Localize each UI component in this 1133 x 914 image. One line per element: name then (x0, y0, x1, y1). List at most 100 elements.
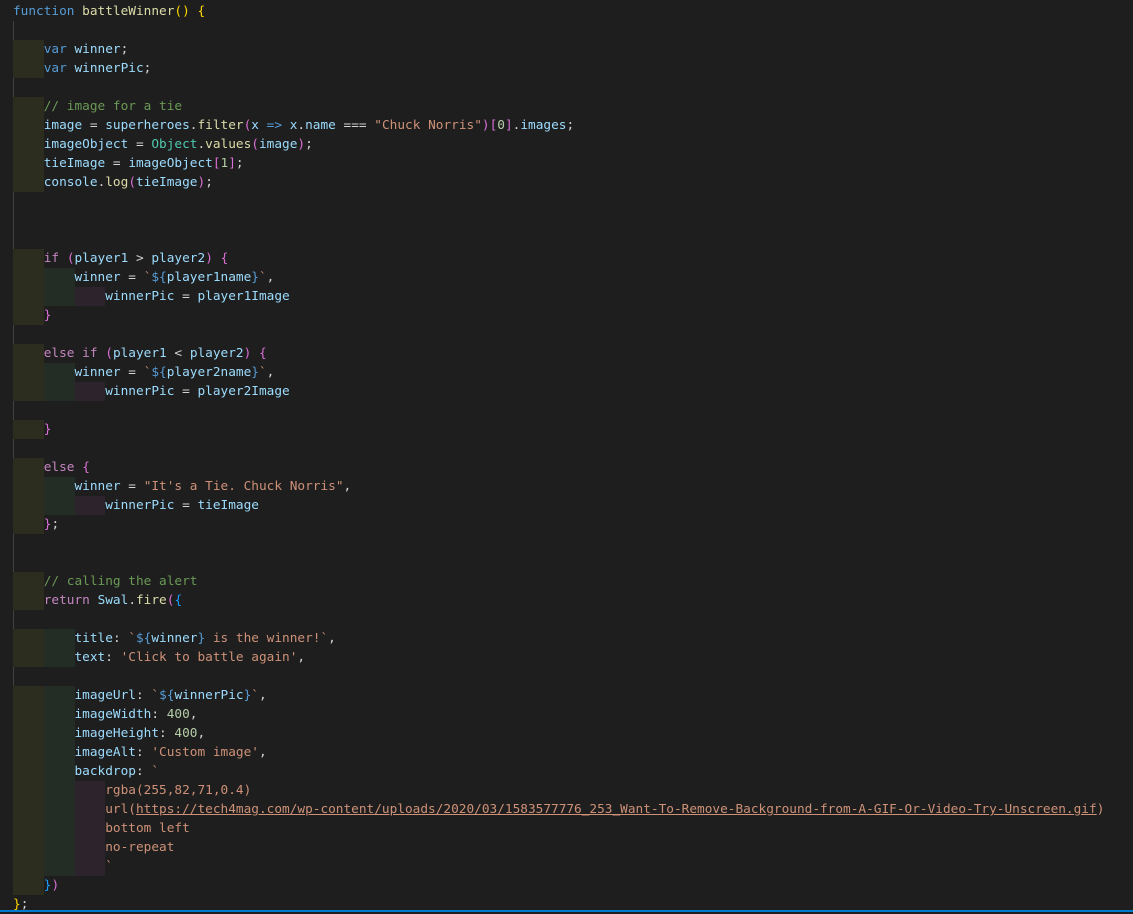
code-line[interactable]: imageObject = Object.values(image); (0, 135, 1133, 154)
code-token: ; (143, 61, 152, 76)
code-token: ) (51, 878, 60, 893)
code-token: ; (235, 156, 244, 171)
code-text: imageHeight: 400, (13, 726, 206, 741)
code-line[interactable]: return Swal.fire({ (0, 591, 1133, 610)
code-token: images (520, 118, 567, 133)
code-line[interactable]: }; (0, 515, 1133, 534)
code-line[interactable]: var winner; (0, 40, 1133, 59)
code-token: rgba(255,82,71,0.4) (105, 783, 252, 798)
code-token: ${ (136, 631, 152, 646)
code-line[interactable] (0, 230, 1133, 249)
code-line[interactable]: // calling the alert (0, 572, 1133, 591)
code-token: } (251, 270, 259, 285)
code-line[interactable]: else { (0, 458, 1133, 477)
code-line[interactable] (0, 534, 1133, 553)
code-token: : (112, 631, 129, 646)
code-line[interactable]: else if (player1 < player2) { (0, 344, 1133, 363)
code-token: function (13, 4, 83, 19)
code-line[interactable]: rgba(255,82,71,0.4) (0, 781, 1133, 800)
code-token: ) (205, 251, 221, 266)
code-line[interactable]: imageHeight: 400, (0, 724, 1133, 743)
code-line[interactable] (0, 325, 1133, 344)
code-token: ; (205, 175, 213, 190)
code-line[interactable]: tieImage = imageObject[1]; (0, 154, 1133, 173)
code-token: : (136, 688, 152, 703)
code-line[interactable]: // image for a tie (0, 97, 1133, 116)
code-line[interactable] (0, 401, 1133, 420)
code-token: { (197, 4, 206, 19)
code-line[interactable]: imageWidth: 400, (0, 705, 1133, 724)
code-token: ) (1096, 802, 1105, 817)
code-line[interactable]: if (player1 > player2) { (0, 249, 1133, 268)
code-line[interactable] (0, 211, 1133, 230)
code-line[interactable]: url(https://tech4mag.com/wp-content/uplo… (0, 800, 1133, 819)
code-token: , (266, 270, 275, 285)
code-line[interactable]: ` (0, 857, 1133, 876)
code-token: var (43, 42, 75, 57)
code-line[interactable]: no-repeat (0, 838, 1133, 857)
code-token: ) (297, 137, 306, 152)
code-line[interactable]: winner = `${player2name}`, (0, 363, 1133, 382)
code-token: . (128, 593, 136, 608)
code-line[interactable] (0, 610, 1133, 629)
code-token: winner (74, 42, 121, 57)
code-line[interactable]: text: 'Click to battle again', (0, 648, 1133, 667)
code-line[interactable]: }) (0, 876, 1133, 895)
code-text: tieImage = imageObject[1]; (13, 156, 244, 171)
code-token: ` (151, 688, 160, 703)
code-line[interactable]: winner = `${player1name}`, (0, 268, 1133, 287)
code-line[interactable]: imageUrl: `${winnerPic}`, (0, 686, 1133, 705)
code-token: = (174, 289, 198, 304)
code-token: is the winner!` (205, 631, 329, 646)
code-token: // calling the alert (43, 574, 198, 589)
code-line[interactable] (0, 439, 1133, 458)
code-text: rgba(255,82,71,0.4) (13, 783, 251, 798)
code-line[interactable] (0, 192, 1133, 211)
code-token: ] (504, 118, 513, 133)
code-line[interactable]: winner = "It's a Tie. Chuck Norris", (0, 477, 1133, 496)
url-link[interactable]: https://tech4mag.com/wp-content/uploads/… (136, 802, 1097, 817)
code-line[interactable]: function battleWinner() { (0, 2, 1133, 21)
code-line[interactable] (0, 78, 1133, 97)
code-token: 'Click to battle again' (120, 650, 298, 665)
code-text: winner = `${player2name}`, (13, 365, 275, 380)
code-text: ` (13, 859, 113, 874)
code-line[interactable]: backdrop: ` (0, 762, 1133, 781)
code-line[interactable]: } (0, 420, 1133, 439)
code-token: ` (151, 764, 160, 779)
code-line[interactable]: imageAlt: 'Custom image', (0, 743, 1133, 762)
code-line[interactable]: image = superheroes.filter(x => x.name =… (0, 116, 1133, 135)
code-line[interactable]: winnerPic = tieImage (0, 496, 1133, 515)
code-line[interactable] (0, 21, 1133, 40)
code-line[interactable]: console.log(tieImage); (0, 173, 1133, 192)
code-token: : (136, 745, 152, 760)
code-line[interactable]: var winnerPic; (0, 59, 1133, 78)
code-line[interactable] (0, 553, 1133, 572)
code-line[interactable]: } (0, 306, 1133, 325)
code-editor[interactable]: function battleWinner() { var winner; va… (0, 2, 1133, 912)
code-token: text (74, 650, 106, 665)
code-line[interactable]: bottom left (0, 819, 1133, 838)
code-token: ( (128, 175, 136, 190)
code-token: ) (481, 118, 490, 133)
code-line[interactable] (0, 667, 1133, 686)
code-text: function battleWinner() { (13, 4, 205, 19)
code-line[interactable]: winnerPic = player2Image (0, 382, 1133, 401)
code-text: url(https://tech4mag.com/wp-content/uplo… (13, 802, 1104, 817)
code-token: ` (105, 859, 113, 874)
code-token: fire (136, 593, 167, 608)
code-line[interactable]: title: `${winner} is the winner!`, (0, 629, 1133, 648)
code-line[interactable]: winnerPic = player1Image (0, 287, 1133, 306)
code-lines[interactable]: function battleWinner() { var winner; va… (0, 2, 1133, 914)
code-token: => (258, 118, 290, 133)
